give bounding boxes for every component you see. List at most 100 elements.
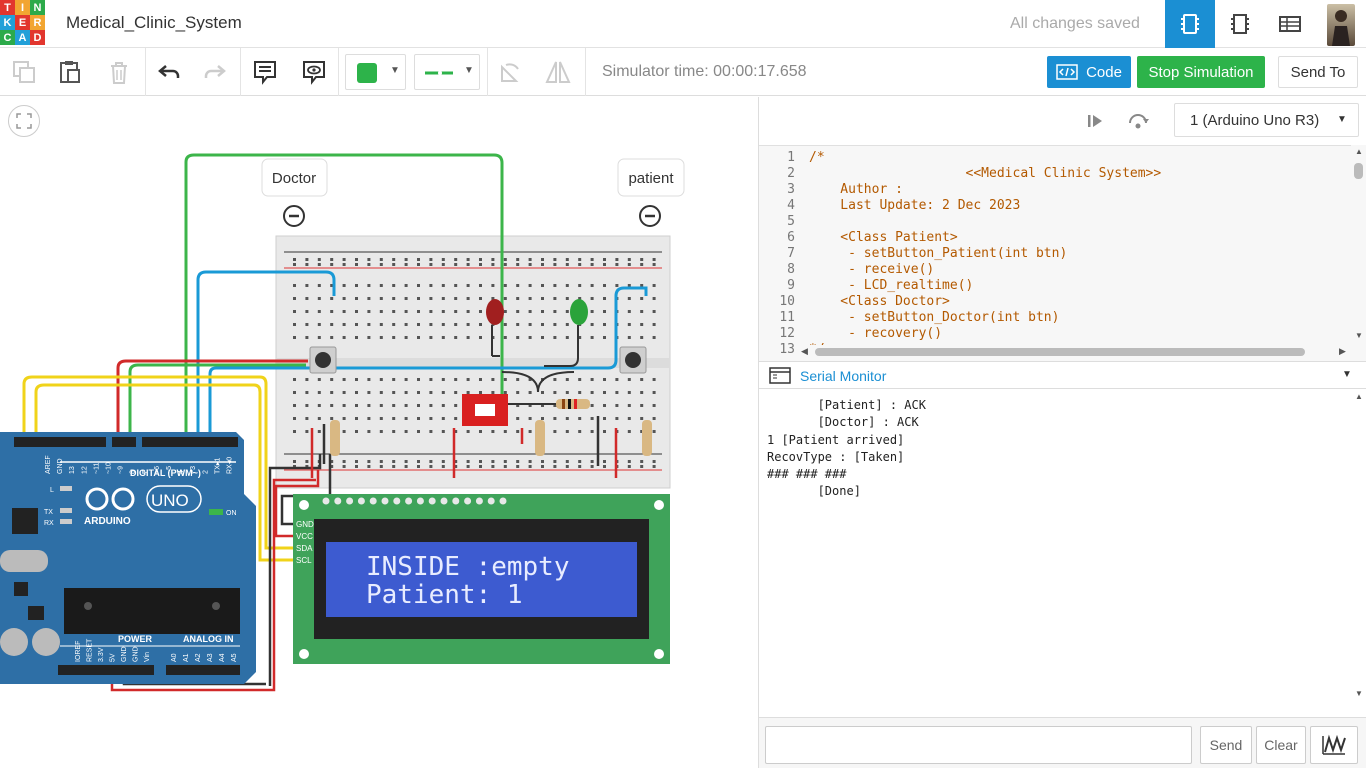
breadboard-hole [429,430,433,433]
breadboard-hole [305,404,309,407]
project-title[interactable]: Medical_Clinic_System [66,13,242,33]
line-number: 6 [787,230,795,245]
breadboard-hole [355,404,358,407]
fill-color-dropdown[interactable]: ▼ [345,54,406,90]
resistor-3[interactable] [642,420,652,456]
schematic-view-button[interactable] [1215,0,1265,48]
breadboard-hole [503,323,507,326]
redo-button[interactable] [197,54,233,90]
notes-visibility-button[interactable] [296,54,332,90]
scroll-up-icon: ▲ [1355,392,1363,401]
lcd-line-2: Patient: 1 [366,580,523,610]
breadboard-hole [590,284,594,287]
breadboard-hole [404,460,408,463]
rotate-button[interactable] [491,54,527,90]
collapse-serial-icon[interactable]: ▼ [1342,369,1352,380]
breadboard-hole [441,430,445,433]
circuit-view-button[interactable] [1165,0,1215,48]
workplane-canvas[interactable]: Doctor patient INSIDE :empty Patient: 1 … [0,97,758,768]
patient-probe[interactable]: patient [617,158,685,227]
lcd-module[interactable]: INSIDE :empty Patient: 1 GND VCC SDA SCL [293,494,670,664]
red-led[interactable] [486,299,504,325]
serial-line: [Patient] : ACK [767,398,926,412]
stop-simulation-button[interactable]: Stop Simulation [1137,56,1265,88]
breadboard-hole [590,378,594,381]
breadboard-hole [479,465,482,468]
breadboard-hole [553,297,557,300]
breadboard-hole [640,391,644,394]
serial-input[interactable] [765,726,1192,764]
clear-button-label: Clear [1264,737,1298,753]
user-avatar[interactable] [1327,4,1355,46]
breadboard-hole [603,258,606,261]
breadboard-hole [528,465,532,468]
resistor-1[interactable] [330,420,340,456]
serial-monitor-title: Serial Monitor [800,368,887,384]
serial-send-row: Send Clear [759,717,1366,768]
arduino-rx-label: RX [44,520,54,527]
flip-button[interactable] [540,54,576,90]
scroll-up-icon: ▲ [1355,147,1363,156]
breadboard-hole [565,465,569,468]
breadboard-hole [627,417,631,420]
logo-letter: A [15,30,30,45]
resistor-horizontal[interactable] [556,399,590,409]
breadboard-hole [379,378,383,381]
breadboard-hole [565,430,569,433]
breadboard-hole [305,310,309,313]
delete-button[interactable] [101,54,137,90]
breadboard-hole [404,297,408,300]
breadboard-hole [342,258,346,261]
code-line: - receive() [809,262,935,277]
breadboard-hole [627,336,631,339]
circuit-drawing[interactable]: Doctor patient INSIDE :empty Patient: 1 … [0,97,758,768]
serial-scrollbar[interactable]: ▲ ▼ [1351,391,1366,701]
arduino-uno-board[interactable]: DIGITAL (PWM~) ARDUINO UNO ON L TX RX PO… [0,432,256,684]
breadboard-hole [516,378,520,381]
code-scrollbar-h[interactable]: ◀ ▶ [801,345,1351,359]
code-scrollbar-v[interactable]: ▲ ▼ [1351,145,1366,345]
breadboard-hole [590,430,594,433]
send-to-button[interactable]: Send To [1278,56,1358,88]
lcd-header-pin [334,497,342,505]
breadboard-hole [652,297,656,300]
code-button[interactable]: Code [1047,56,1131,88]
breadboard-hole [590,465,594,468]
breadboard-hole [454,297,458,300]
serial-monitor-header[interactable]: Serial Monitor ▼ [759,361,1366,389]
logo-letter: N [30,0,45,15]
breadboard-hole [553,310,557,313]
lcd-header-pin [487,497,495,505]
undo-button[interactable] [151,54,187,90]
wire-style-dropdown[interactable]: ▼ [414,54,480,90]
component-list-button[interactable] [1265,0,1315,48]
plot-button[interactable] [1310,726,1358,764]
clear-button[interactable]: Clear [1256,726,1306,764]
lcd-header-pin [464,497,472,505]
top-bar: TINKERCAD Medical_Clinic_System All chan… [0,0,1366,48]
step-over-button[interactable] [1124,107,1152,135]
paste-button[interactable] [52,54,88,90]
breadboard-hole [367,336,371,339]
send-button[interactable]: Send [1200,726,1252,764]
doctor-probe[interactable]: Doctor [261,158,328,227]
breadboard-hole [379,391,383,394]
trash-icon [111,62,127,84]
notes-button[interactable] [247,54,283,90]
copy-button[interactable] [6,54,42,90]
device-select[interactable]: 1 (Arduino Uno R3) ▼ [1174,103,1359,137]
breadboard-hole [479,258,482,261]
green-led[interactable] [570,299,588,325]
tinkercad-logo[interactable]: TINKERCAD [0,0,46,46]
resistor-2[interactable] [535,420,545,456]
undo-icon [158,65,180,78]
breadboard-hole [615,258,619,261]
code-editor[interactable]: 1 /* 2 <<Medical Clinic System>> 3 Author :… [759,145,1366,361]
serial-line: ### ### ### [767,467,847,482]
step-into-button[interactable] [1081,107,1109,135]
breadboard-hole [404,430,408,433]
breadboard-hole [330,378,334,381]
arduino-pin-label: TX▸1 [214,458,221,474]
breadboard-hole [355,258,358,261]
breadboard-hole [615,284,619,287]
